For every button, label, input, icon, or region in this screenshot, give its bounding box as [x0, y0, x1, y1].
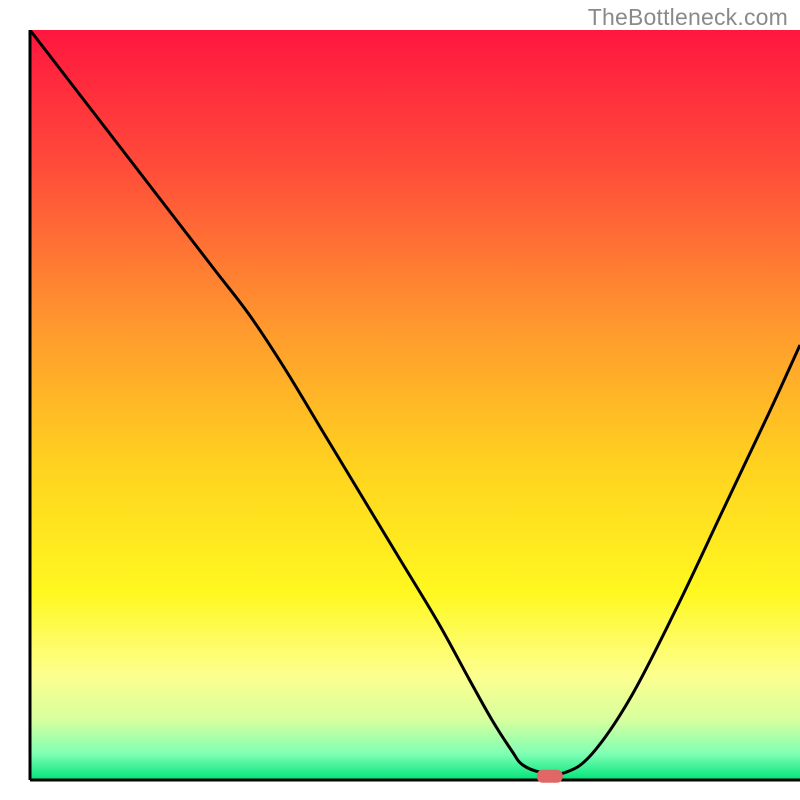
optimal-point-marker	[537, 770, 563, 783]
gradient-background	[30, 30, 800, 780]
bottleneck-chart	[0, 0, 800, 800]
chart-container: TheBottleneck.com	[0, 0, 800, 800]
